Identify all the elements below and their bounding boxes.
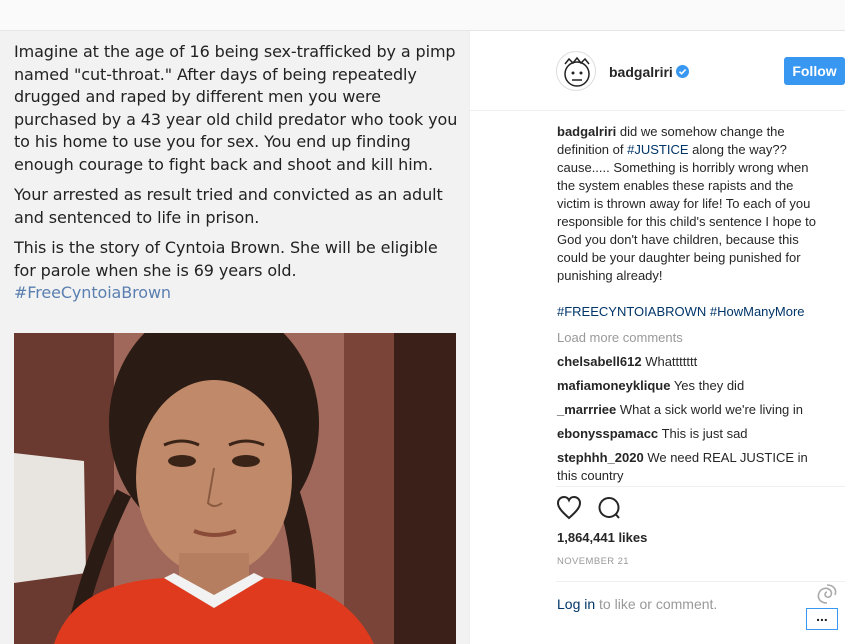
post-photo <box>14 333 456 644</box>
image-text-paragraph-3: This is the story of Cyntoia Brown. She … <box>14 238 438 280</box>
comment-text: What a sick world we're living in <box>619 402 804 417</box>
post-media[interactable]: Imagine at the age of 16 being sex-traff… <box>0 31 470 644</box>
caption-inline-hashtag[interactable]: #JUSTICE <box>627 142 688 157</box>
header-username[interactable]: badgalriri <box>609 64 673 80</box>
verified-badge-icon <box>676 65 689 78</box>
comment-item: _marrriee What a sick world we're living… <box>557 401 827 419</box>
image-text-paragraph-1: Imagine at the age of 16 being sex-traff… <box>14 42 458 174</box>
avatar[interactable] <box>556 51 596 91</box>
load-more-comments-link[interactable]: Load more comments <box>557 329 827 347</box>
login-prompt: Log in to like or comment. <box>557 596 717 612</box>
comment-bubble-icon[interactable] <box>597 496 621 520</box>
post-caption: badgalriri did we somehow change the def… <box>557 123 827 285</box>
comment-username[interactable]: mafiamoneyklique <box>557 378 670 393</box>
post-header: badgalriri Follow <box>470 31 845 111</box>
comment-item: mafiamoneyklique Yes they did <box>557 377 827 395</box>
login-divider <box>556 581 845 582</box>
comment-item: chelsabell612 Whattttttt <box>557 353 827 371</box>
image-text-paragraph-2: Your arrested as result tried and convic… <box>14 185 443 227</box>
actions-divider <box>556 486 845 487</box>
comments-panel: badgalriri Follow badgalriri did we some… <box>470 31 845 644</box>
caption-text-2: along the way?? cause..... Something is … <box>557 142 817 283</box>
comment-username[interactable]: _marrriee <box>557 402 616 417</box>
comment-username[interactable]: ebonysspamacc <box>557 426 658 441</box>
caption-username[interactable]: badgalriri <box>557 124 616 139</box>
comments-list: badgalriri did we somehow change the def… <box>557 123 827 485</box>
browser-top-strip <box>0 0 845 30</box>
more-options-button[interactable]: ... <box>806 608 838 630</box>
follow-button[interactable]: Follow <box>784 57 845 85</box>
login-link[interactable]: Log in <box>557 596 595 612</box>
comment-text: Yes they did <box>673 378 745 393</box>
likes-count[interactable]: 1,864,441 likes <box>557 530 647 545</box>
comment-item: stephhh_2020 We need REAL JUSTICE in thi… <box>557 449 827 485</box>
caption-hashtags[interactable]: #FREECYNTOIABROWN #HowManyMore <box>557 303 827 321</box>
comment-text: This is just sad <box>661 426 748 441</box>
comment-username[interactable]: chelsabell612 <box>557 354 642 369</box>
login-prompt-text: to like or comment. <box>595 596 718 612</box>
comment-username[interactable]: stephhh_2020 <box>557 450 644 465</box>
heart-icon[interactable] <box>556 495 582 521</box>
spiral-logo-icon <box>817 584 837 604</box>
comment-item: ebonysspamacc This is just sad <box>557 425 827 443</box>
post-date[interactable]: NOVEMBER 21 <box>557 556 629 567</box>
image-text-hashtag: #FreeCyntoiaBrown <box>14 283 171 302</box>
comment-text: Whattttttt <box>645 354 698 369</box>
image-text-block: Imagine at the age of 16 being sex-traff… <box>14 41 459 305</box>
instagram-post: Imagine at the age of 16 being sex-traff… <box>0 30 845 644</box>
